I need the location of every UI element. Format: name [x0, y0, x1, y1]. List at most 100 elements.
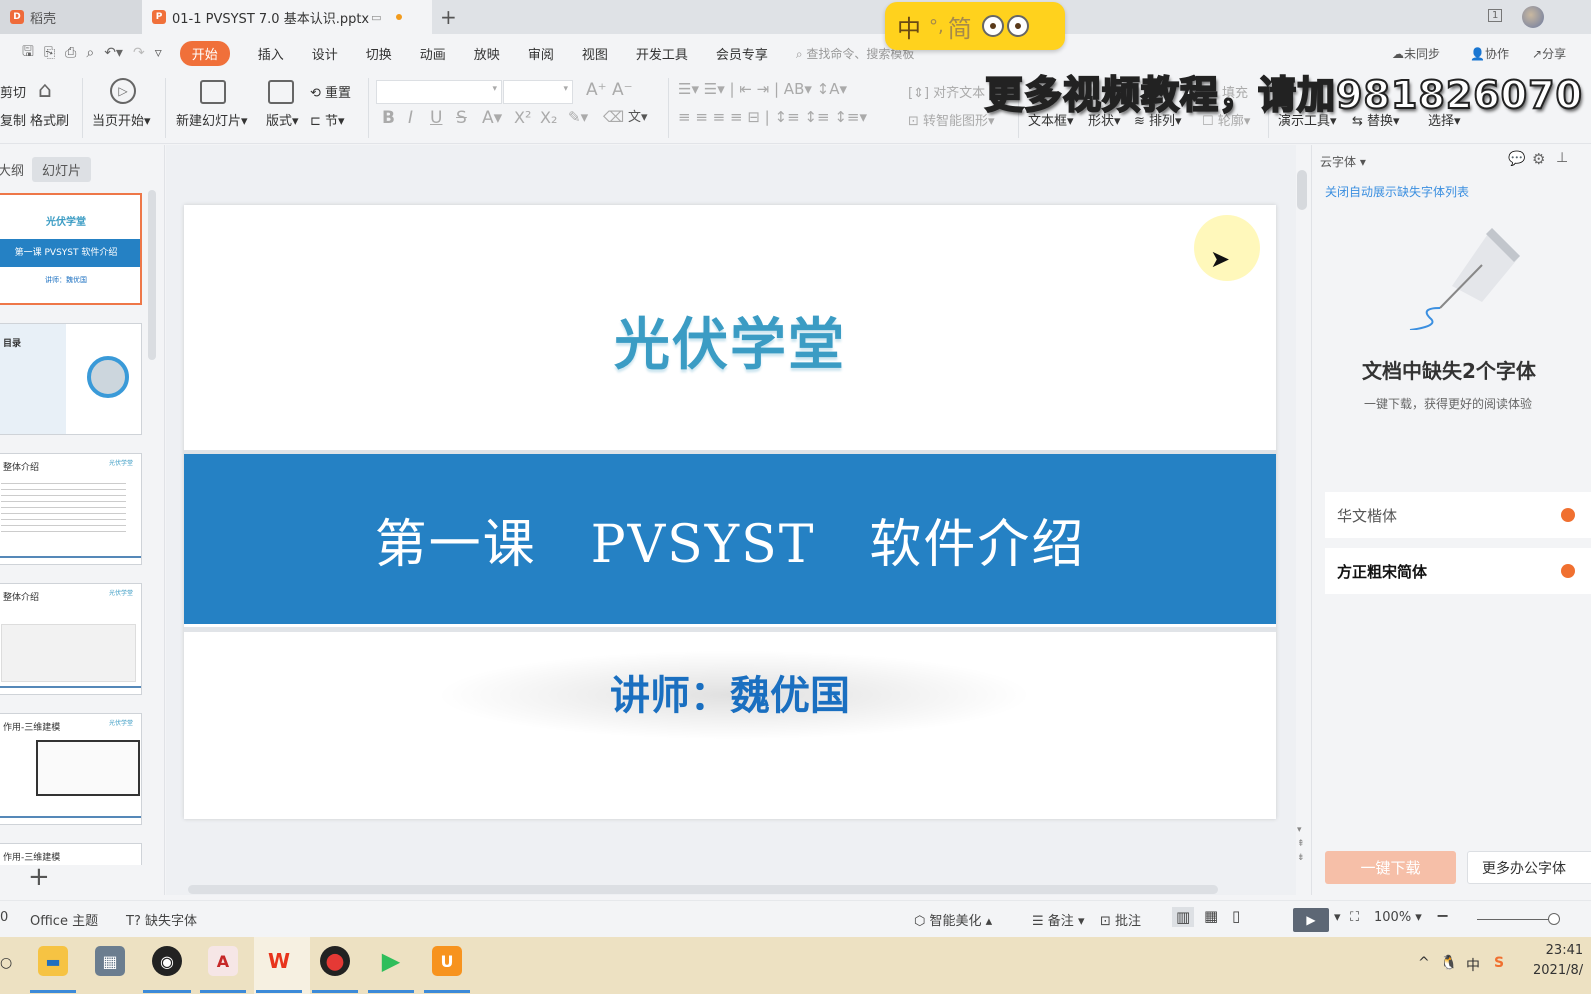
thumbnail-scrollbar[interactable] — [148, 190, 156, 360]
cut-button[interactable]: 剪切 — [0, 82, 26, 101]
align-text-button[interactable]: [⇕] 对齐文本 — [908, 82, 985, 101]
bold-icon[interactable]: B — [382, 108, 395, 128]
sync-status[interactable]: ☁未同步 — [1392, 45, 1440, 62]
page-nav-icons[interactable]: ▾ ⇞ ⇟ — [1297, 823, 1305, 865]
chat-icon[interactable]: 💬 — [1508, 151, 1525, 167]
redo-icon[interactable]: ↷ — [133, 45, 145, 61]
shrink-font-icon[interactable]: A⁻ — [612, 80, 633, 100]
superscript-icon[interactable]: X² — [514, 108, 531, 127]
new-tab-button[interactable]: + — [440, 5, 457, 29]
wps-icon[interactable]: W — [264, 946, 294, 976]
user-avatar[interactable] — [1522, 6, 1544, 28]
tencent-video-icon[interactable]: ▶ — [376, 946, 406, 976]
slide-thumbnail-3[interactable]: 整体介绍 光伏学堂 — [0, 453, 142, 565]
print-preview-icon[interactable]: ⌕ — [86, 45, 94, 61]
smart-beautify-button[interactable]: ⬡ 智能美化 ▴ — [914, 910, 992, 929]
menu-review[interactable]: 审阅 — [528, 44, 554, 63]
tab-docer[interactable]: D 稻壳 — [0, 0, 142, 34]
undo-icon[interactable]: ↶▾ — [104, 45, 123, 61]
tab-document[interactable]: P 01-1 PVSYST 7.0 基本认识.pptx ▭ — [142, 0, 432, 34]
phonetic-icon[interactable]: 文▾ — [628, 106, 648, 125]
zoom-out-button[interactable]: − — [1436, 906, 1449, 925]
menu-view[interactable]: 视图 — [582, 44, 608, 63]
font-color-icon[interactable]: A▾ — [482, 108, 502, 128]
download-all-button[interactable]: 一键下载 — [1325, 851, 1456, 884]
system-clock[interactable]: 23:41 2021/8/ — [1533, 941, 1583, 981]
comments-button[interactable]: ⊡ 批注 — [1100, 910, 1141, 929]
notes-button[interactable]: ☰ 备注 ▾ — [1032, 910, 1084, 929]
format-painter-button[interactable]: 格式刷 — [30, 110, 69, 129]
app-circle-icon[interactable]: ◉ — [152, 946, 182, 976]
slide-title[interactable]: 光伏学堂 — [184, 300, 1276, 381]
missing-font-item[interactable]: 方正粗宋简体 — [1325, 548, 1591, 594]
section-button[interactable]: ⊏ 节▾ — [310, 110, 345, 129]
menu-design[interactable]: 设计 — [312, 44, 338, 63]
zoom-slider-handle[interactable] — [1548, 913, 1560, 925]
print-icon[interactable]: ⎙ — [65, 45, 76, 61]
menu-insert[interactable]: 插入 — [258, 44, 284, 63]
slide-subtitle[interactable]: 第一课 PVSYST 软件介绍 — [184, 502, 1276, 577]
subscript-icon[interactable]: X₂ — [540, 108, 557, 127]
font-size-select[interactable]: ▾ — [503, 80, 573, 104]
highlight-icon[interactable]: ✎▾ — [568, 108, 588, 126]
autocad-icon[interactable]: A — [208, 946, 238, 976]
missing-font-item[interactable]: 华文楷体 — [1325, 492, 1591, 538]
ime-tray-icon[interactable]: 中 — [1466, 955, 1480, 975]
italic-icon[interactable]: I — [408, 108, 413, 128]
uc-browser-icon[interactable]: U — [432, 946, 462, 976]
slide-lecturer[interactable]: 讲师：魏优国 — [184, 663, 1276, 721]
slide-thumbnail-2[interactable]: 目录 — [0, 323, 142, 435]
gear-icon[interactable]: ⚙ — [1532, 150, 1545, 168]
menu-developer[interactable]: 开发工具 — [636, 44, 688, 63]
tab-slides[interactable]: 幻灯片 — [32, 157, 92, 182]
reset-button[interactable]: ⟲ 重置 — [310, 82, 351, 101]
more-fonts-button[interactable]: 更多办公字体 — [1467, 851, 1591, 884]
normal-view-icon[interactable]: ▥ — [1172, 907, 1195, 927]
strikethrough-icon[interactable]: S — [456, 108, 467, 128]
reading-view-icon[interactable]: ▯ — [1232, 907, 1240, 925]
slide-thumbnail-6[interactable]: 作用-三维建模 — [0, 843, 142, 865]
copy-button[interactable]: 复制 — [0, 110, 26, 129]
close-auto-show-link[interactable]: 关闭自动展示缺失字体列表 — [1325, 183, 1469, 200]
slide-sorter-icon[interactable]: ▦ — [1204, 907, 1218, 925]
font-name-select[interactable]: ▾ — [376, 80, 502, 104]
menu-member[interactable]: 会员专享 — [716, 44, 768, 63]
window-count-badge[interactable]: 1 — [1488, 9, 1503, 22]
layout-button[interactable]: 版式▾ — [266, 110, 299, 129]
search-icon[interactable]: ○ — [0, 955, 12, 971]
menu-animation[interactable]: 动画 — [420, 44, 446, 63]
horizontal-scrollbar[interactable] — [188, 885, 1218, 894]
download-badge-icon[interactable] — [1561, 508, 1575, 522]
more-icon[interactable]: ▿ — [155, 45, 162, 61]
calculator-icon[interactable]: ▦ — [95, 946, 125, 976]
underline-icon[interactable]: U — [430, 108, 442, 128]
add-slide-button[interactable]: + — [28, 862, 50, 892]
bullets-icon[interactable]: ☰▾ ☰▾ | ⇤ ⇥ | AB▾ ↕A▾ — [678, 80, 847, 98]
sogou-icon[interactable]: S — [1494, 955, 1504, 971]
fit-window-icon[interactable]: ⛶ — [1350, 910, 1359, 925]
save-icon[interactable]: 🖫 — [22, 41, 34, 65]
slide[interactable]: 光伏学堂 第一课 PVSYST 软件介绍 讲师：魏优国 ➤ — [184, 205, 1276, 819]
pin-icon[interactable]: ⊥ — [1556, 150, 1568, 166]
zoom-slider[interactable] — [1477, 919, 1555, 920]
vertical-scrollbar[interactable] — [1297, 170, 1307, 210]
format-painter-icon[interactable]: ⎘ — [44, 45, 55, 61]
ime-indicator[interactable]: 中 °, 简 — [885, 2, 1065, 50]
theme-label[interactable]: Office 主题 — [30, 910, 98, 929]
qq-icon[interactable]: 🐧 — [1440, 955, 1457, 971]
recorder-icon[interactable]: ● — [320, 946, 350, 976]
menu-transition[interactable]: 切换 — [366, 44, 392, 63]
slide-thumbnail-5[interactable]: 作用-三维建模 光伏学堂 — [0, 713, 142, 825]
align-icons[interactable]: ≡ ≡ ≡ ≡ ⊟ | ↕≡ ↕≡ ↕≡▾ — [678, 108, 867, 126]
collab-button[interactable]: 👤协作 — [1470, 45, 1509, 62]
smartart-button[interactable]: ⊡ 转智能图形▾ — [908, 110, 995, 129]
share-button[interactable]: ↗分享 — [1532, 45, 1566, 62]
menu-home[interactable]: 开始 — [179, 40, 230, 66]
menu-slideshow[interactable]: 放映 — [474, 44, 500, 63]
chevron-down-icon[interactable]: ▾ — [1334, 910, 1341, 925]
slide-thumbnail-4[interactable]: 整体介绍 光伏学堂 — [0, 583, 142, 695]
grow-font-icon[interactable]: A⁺ — [586, 80, 607, 100]
play-slideshow-button[interactable]: ▶ — [1293, 908, 1329, 932]
slide-thumbnail-1[interactable]: 光伏学堂 第一课 PVSYST 软件介绍 讲师：魏优国 — [0, 193, 142, 305]
cloud-font-dropdown[interactable]: 云字体 ▾ — [1320, 153, 1366, 170]
